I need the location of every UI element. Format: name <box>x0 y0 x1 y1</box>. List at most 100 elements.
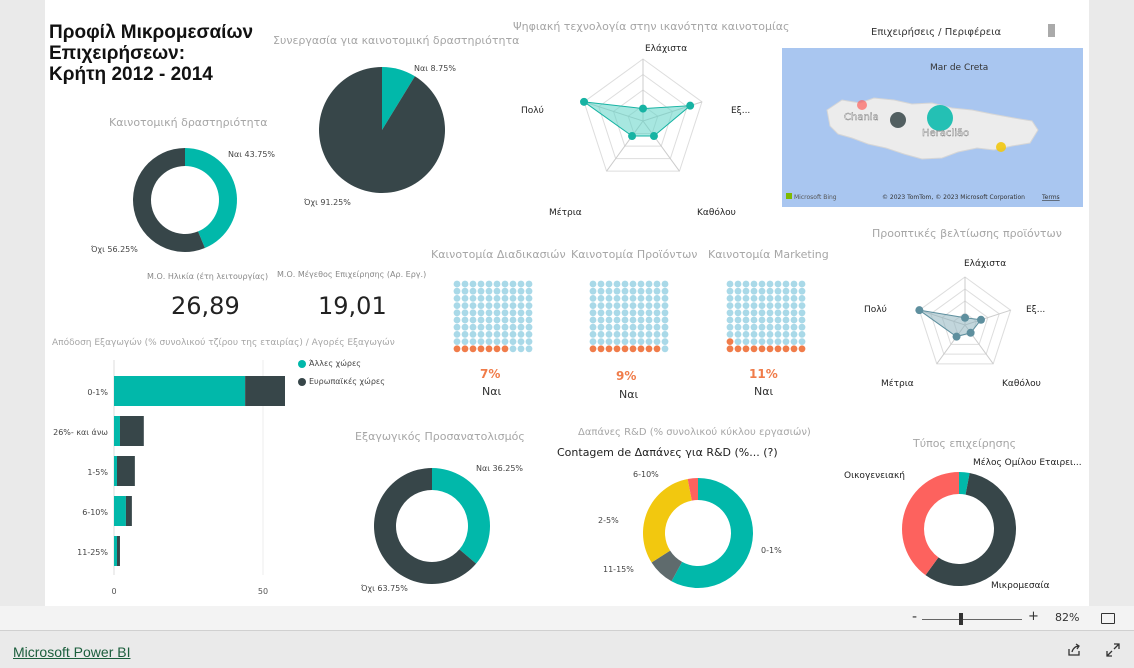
waffle-dot <box>501 309 509 317</box>
zoom-slider-track[interactable] <box>922 619 1022 620</box>
digital-tech-radar-plot[interactable] <box>580 58 703 172</box>
digital-radar-area[interactable] <box>583 101 692 137</box>
exports-bar-3-0[interactable] <box>114 496 126 526</box>
digital-radar-point-0[interactable] <box>639 104 647 113</box>
waffle-dot <box>517 345 525 353</box>
kpi-size-label: Μ.Ο. Μέγεθος Επιχείρησης (Αρ. Εργ.) <box>277 270 427 279</box>
map-bubble-rethymno[interactable] <box>890 112 906 128</box>
exports-bar-1-0[interactable] <box>114 416 120 446</box>
waffle-process[interactable] <box>453 280 533 358</box>
exports-bar-1-1[interactable] <box>119 416 144 446</box>
waffle-dot <box>493 323 501 331</box>
digital-tech-radar[interactable] <box>525 35 765 225</box>
export-orientation-donut[interactable] <box>365 460 495 590</box>
waffle-dot <box>742 316 750 324</box>
waffle-dot <box>501 331 509 338</box>
waffle-dot <box>742 280 750 288</box>
improvements-radar-point-2[interactable] <box>966 328 975 337</box>
fit-to-page-icon[interactable] <box>1101 613 1115 624</box>
waffle-dot <box>485 295 493 302</box>
waffle-product[interactable] <box>589 280 669 358</box>
share-icon[interactable] <box>1067 643 1082 657</box>
waffle-marketing[interactable] <box>726 280 806 358</box>
improvements-radar-point-4[interactable] <box>915 306 924 315</box>
waffle-dot <box>653 295 661 302</box>
map-visual[interactable]: Mar de Creta Chania Heraclião Microsoft … <box>782 48 1083 207</box>
zoom-in-button[interactable]: + <box>1028 609 1039 624</box>
waffle-dot <box>477 302 485 309</box>
waffle-dot <box>758 331 766 338</box>
zoom-slider-thumb[interactable] <box>959 613 963 625</box>
waffle-dot <box>645 316 653 324</box>
waffle-dot <box>501 287 509 295</box>
exports-bar-2-1[interactable] <box>116 456 135 486</box>
digital-radar-point-1[interactable] <box>686 101 695 110</box>
exports-bar-3-1[interactable] <box>125 496 132 526</box>
map-bubble-lasithi[interactable] <box>996 142 1006 152</box>
map-city-chania: Chania <box>844 112 879 123</box>
waffle-dot <box>782 309 790 317</box>
innovative-activity-slices[interactable] <box>133 148 237 252</box>
waffle-dot <box>485 280 493 288</box>
legend-other-countries[interactable]: Άλλες χώρες <box>309 359 361 368</box>
exports-bar-chart[interactable]: 0-1% 26%- και άνω 1-5% 6-10% 11-25% 0 50 <box>45 360 285 600</box>
waffle-dot <box>782 331 790 338</box>
zoom-out-button[interactable]: - <box>912 609 917 625</box>
waffle-dot <box>661 338 669 345</box>
digital-radar-point-4[interactable] <box>580 97 589 106</box>
waffle-dot <box>469 309 477 317</box>
improvements-radar-point-1[interactable] <box>976 315 985 324</box>
rd-donut[interactable] <box>630 470 760 595</box>
export-orientation-slices[interactable] <box>374 468 490 584</box>
exports-category-label: 0-1% <box>87 388 108 397</box>
waffle-dot <box>461 323 469 331</box>
waffle-dot <box>645 331 653 338</box>
business-type-donut[interactable] <box>895 465 1025 595</box>
exports-bar-0-1[interactable] <box>245 376 285 406</box>
waffle-dot <box>629 316 637 324</box>
waffle-product-label: Ναι <box>619 388 639 401</box>
digital-radar-point-3[interactable] <box>628 132 637 141</box>
rd-slice-2[interactable] <box>643 478 692 563</box>
business-type-slices[interactable] <box>902 472 1016 586</box>
exports-bar-2-0[interactable] <box>114 456 117 486</box>
waffle-dot <box>469 345 477 353</box>
cooperation-pie[interactable] <box>315 60 450 200</box>
waffle-dot <box>726 345 734 353</box>
powerbi-link[interactable]: Microsoft Power BI <box>13 644 130 660</box>
digital-radar-point-2[interactable] <box>649 132 658 141</box>
waffle-dot <box>621 309 629 317</box>
business-slice-2[interactable] <box>902 472 959 576</box>
exports-bar-0-0[interactable] <box>114 376 246 406</box>
waffle-dot <box>742 309 750 317</box>
map-scroll-handle[interactable] <box>1048 24 1055 37</box>
waffle-dot <box>453 316 461 324</box>
map-terms-link[interactable]: Terms <box>1041 194 1060 201</box>
export-slice-0[interactable] <box>432 468 490 564</box>
cooperation-slice-1[interactable] <box>319 67 445 193</box>
rd-slices[interactable] <box>643 478 753 588</box>
waffle-dot <box>485 309 493 317</box>
improvements-radar[interactable] <box>845 245 1065 395</box>
waffle-dot <box>661 287 669 295</box>
improvements-radar-point-3[interactable] <box>952 332 961 341</box>
fullscreen-icon[interactable] <box>1106 643 1120 657</box>
map-bubble-chania-region[interactable] <box>857 100 867 110</box>
exports-bars[interactable]: 0-1% 26%- και άνω 1-5% 6-10% 11-25% 0 50 <box>53 360 285 596</box>
legend-european-countries[interactable]: Ευρωπαϊκές χώρες <box>309 377 385 386</box>
waffle-dot <box>597 323 605 331</box>
waffle-dot <box>461 338 469 345</box>
waffle-dot <box>493 331 501 338</box>
waffle-dot <box>469 338 477 345</box>
improvements-radar-plot[interactable] <box>915 276 1012 365</box>
cooperation-slices[interactable] <box>319 67 445 193</box>
improvements-radar-point-0[interactable] <box>961 313 969 322</box>
waffle-dot <box>613 338 621 345</box>
exports-bar-4-1[interactable] <box>116 536 120 566</box>
exports-tick: 0 <box>111 587 116 596</box>
waffle-dot <box>645 302 653 309</box>
innovative-slice-0[interactable] <box>185 148 237 249</box>
exports-bar-4-0[interactable] <box>114 536 117 566</box>
waffle-dot <box>589 309 597 317</box>
waffle-dot <box>461 316 469 324</box>
